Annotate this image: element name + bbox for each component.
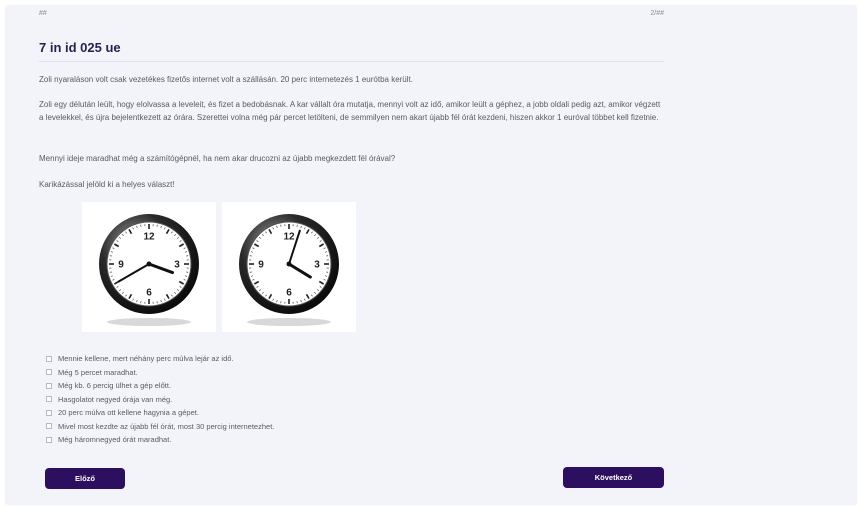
- question-counter: ##: [39, 10, 47, 17]
- clock-numeral: 12: [143, 232, 155, 243]
- previous-button[interactable]: Előző: [45, 468, 125, 489]
- answer-options: Mennie kellene, mert néhány perc múlva l…: [46, 352, 274, 447]
- checkbox[interactable]: [46, 369, 52, 376]
- task-description: Zoli egy délután leült, hogy elolvassa a…: [39, 100, 661, 122]
- clock-numeral: 3: [174, 260, 180, 271]
- answer-option[interactable]: Hasgolatot negyed órája van még.: [46, 393, 274, 407]
- clock-numeral: 9: [118, 260, 124, 271]
- clock-shadow: [107, 318, 191, 326]
- answer-option[interactable]: Még 5 percet maradhat.: [46, 366, 274, 380]
- clock-numeral: 6: [286, 288, 292, 299]
- answer-option[interactable]: Még kb. 6 percig ülhet a gép előtt.: [46, 379, 274, 393]
- left-clock-icon: 12 3 6 9: [99, 214, 199, 326]
- clock-numeral: 3: [314, 260, 320, 271]
- clock-numeral: 12: [283, 232, 295, 243]
- right-clock-image: 12 3 6 9: [222, 202, 356, 332]
- task-title: 7 in id 025 ue: [39, 40, 121, 55]
- answer-label: Még 5 percet maradhat.: [58, 367, 138, 377]
- clock-center: [146, 261, 152, 267]
- next-button[interactable]: Következő: [563, 467, 664, 488]
- checkbox[interactable]: [46, 396, 52, 403]
- left-clock-image: 12 3 6 9: [82, 202, 216, 332]
- answer-label: Hasgolatot negyed órája van még.: [58, 394, 173, 404]
- task-question: Mennyi ideje maradhat még a számítógépné…: [39, 154, 396, 163]
- checkbox[interactable]: [46, 436, 52, 443]
- clock-numeral: 9: [258, 260, 264, 271]
- checkbox[interactable]: [46, 355, 52, 362]
- checkbox[interactable]: [46, 382, 52, 389]
- answer-option[interactable]: Még háromnegyed órát maradhat.: [46, 433, 274, 447]
- right-clock-icon: 12 3 6 9: [239, 214, 339, 326]
- answer-option[interactable]: Mivel most kezdte az újabb fél órát, mos…: [46, 420, 274, 434]
- checkbox[interactable]: [46, 423, 52, 430]
- answer-label: Még kb. 6 percig ülhet a gép előtt.: [58, 381, 171, 391]
- checkbox[interactable]: [46, 409, 52, 416]
- answer-option[interactable]: 20 perc múlva ott kellene hagynia a gépe…: [46, 406, 274, 420]
- title-divider: [39, 61, 664, 62]
- answer-option[interactable]: Mennie kellene, mert néhány perc múlva l…: [46, 352, 274, 366]
- answer-label: Mennie kellene, mert néhány perc múlva l…: [58, 354, 234, 364]
- clock-center: [286, 261, 292, 267]
- top-bar: ## 2/##: [39, 10, 664, 24]
- clock-shadow: [247, 318, 331, 326]
- page-indicator: 2/##: [650, 10, 664, 17]
- answer-label: Még háromnegyed órát maradhat.: [58, 435, 172, 445]
- task-intro: Zoli nyaraláson volt csak vezetékes fize…: [39, 75, 413, 84]
- clock-numeral: 6: [146, 288, 152, 299]
- answer-label: Mivel most kezdte az újabb fél órát, mos…: [58, 421, 275, 431]
- answer-label: 20 perc múlva ott kellene hagynia a gépe…: [58, 408, 199, 418]
- task-instruction: Karikázással jelöld ki a helyes választ!: [39, 180, 175, 189]
